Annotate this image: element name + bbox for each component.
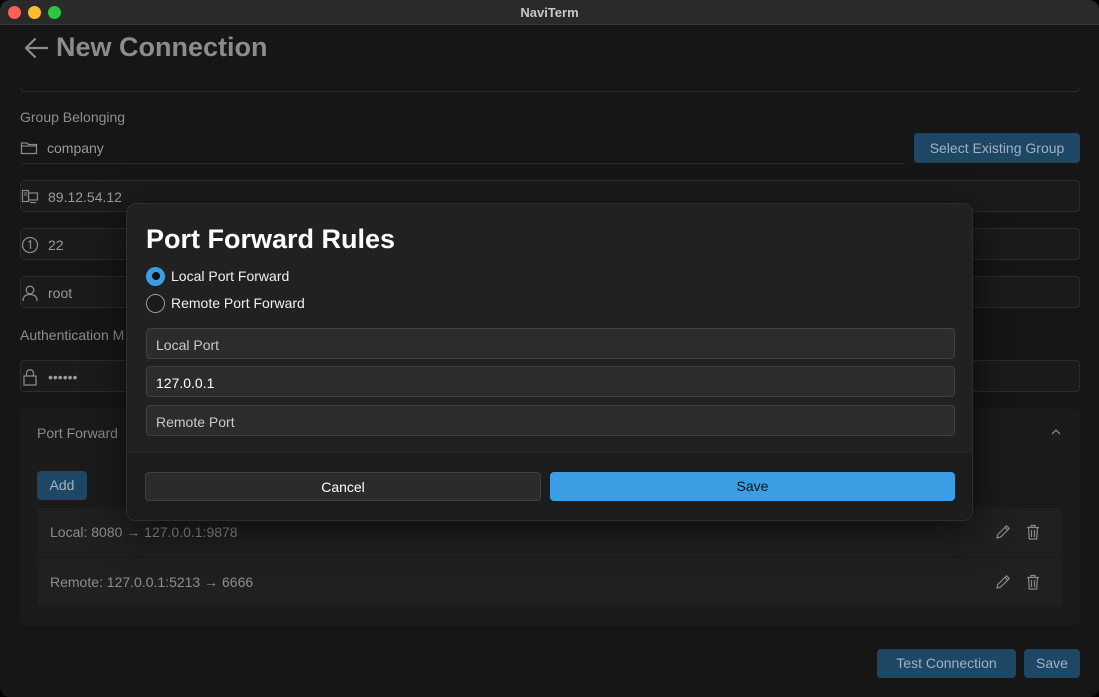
port-forward-title: Port Forward (37, 425, 118, 441)
page-title: New Connection (56, 32, 268, 62)
rule-text: Remote: 127.0.0.1:5213 → 6666 (50, 574, 254, 590)
username-value: root (48, 285, 73, 301)
window-title: NaviTerm (520, 5, 579, 20)
group-value: company (47, 140, 104, 156)
app-window: NaviTerm New Connection Group Belonging … (0, 0, 1099, 697)
edit-icon[interactable] (994, 523, 1012, 541)
port-value: 22 (48, 237, 64, 253)
dialog-title: Port Forward Rules (146, 224, 396, 254)
chevron-up-icon[interactable] (1050, 426, 1062, 438)
title-bar: NaviTerm (0, 0, 1099, 25)
lock-icon (23, 369, 37, 386)
remote-port-input[interactable]: Remote Port (146, 405, 955, 436)
rule-text: Local: 8080 → 127.0.0.1:9878 (50, 524, 238, 540)
save-button[interactable]: Save (550, 472, 955, 501)
host-value: 89.12.54.12 (48, 189, 122, 205)
radio-checked[interactable] (146, 266, 165, 286)
local-port-input[interactable]: Local Port (146, 328, 955, 359)
password-value: •••••• (48, 369, 78, 385)
group-field[interactable]: company (20, 132, 906, 164)
host-icon (21, 189, 39, 204)
remote-port-forward-option[interactable]: Remote Port Forward (146, 293, 305, 313)
port-forward-rules-dialog: Port Forward Rules Local Port Forward Re… (126, 203, 973, 521)
add-rule-button[interactable]: Add (37, 471, 87, 500)
port-icon (21, 236, 39, 254)
edit-icon[interactable] (994, 573, 1012, 591)
radio-unchecked[interactable] (146, 293, 165, 313)
host-input[interactable]: 127.0.0.1 (146, 366, 955, 397)
trash-icon[interactable] (1024, 523, 1042, 541)
cancel-button[interactable]: Cancel (145, 472, 541, 501)
local-port-forward-option[interactable]: Local Port Forward (146, 266, 289, 286)
option-label: Remote Port Forward (171, 295, 305, 311)
option-label: Local Port Forward (171, 268, 290, 284)
select-existing-group-button[interactable]: Select Existing Group (914, 133, 1080, 163)
authentication-label: Authentication M (20, 327, 125, 343)
folder-icon (20, 142, 38, 155)
trash-icon[interactable] (1024, 573, 1042, 591)
previous-field-edge (20, 87, 1080, 92)
user-icon (22, 285, 38, 302)
dialog-footer: Cancel Save (127, 452, 972, 520)
rule-row-remote: Remote: 127.0.0.1:5213 → 6666 (37, 558, 1062, 606)
back-arrow-icon[interactable] (22, 34, 50, 62)
save-connection-button[interactable]: Save (1024, 649, 1080, 678)
test-connection-button[interactable]: Test Connection (877, 649, 1016, 678)
group-label: Group Belonging (20, 109, 126, 125)
